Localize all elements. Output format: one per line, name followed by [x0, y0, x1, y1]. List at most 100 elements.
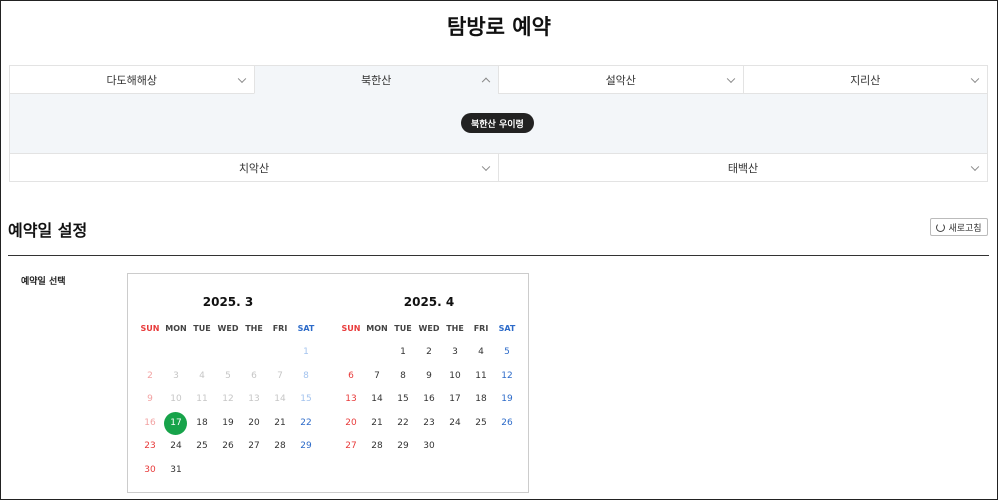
calendar-grid: SUN MON TUE WED THE FRI SAT 1 2 3 4 5 6 7 8 9 10 11 12 13 14…	[137, 323, 319, 482]
calendar-day[interactable]: 30	[137, 459, 163, 483]
section-title: 예약일 설정	[8, 221, 88, 240]
calendar-day[interactable]: 3	[442, 341, 468, 365]
calendar-day[interactable]: 25	[468, 412, 494, 436]
calendar-april: 2025. 4 SUN MON TUE WED THE FRI SAT 1 2 3 4 5 6 7 8 9 10…	[338, 274, 520, 459]
calendar-day[interactable]: 18	[189, 412, 215, 436]
tab-bukhansan[interactable]: 북한산	[253, 65, 499, 94]
trail-options-panel: 북한산 우이령	[9, 94, 988, 153]
calendar-day[interactable]: 18	[468, 388, 494, 412]
calendar-day[interactable]: 27	[338, 435, 364, 459]
date-field-label: 예약일 선택	[21, 277, 66, 287]
calendar-container: 2025. 3 SUN MON TUE WED THE FRI SAT 1 2 3 4 5 6 7 8 9 10…	[127, 273, 529, 493]
weekday-header: THE	[245, 324, 263, 333]
refresh-button[interactable]: 새로고침	[930, 218, 988, 236]
weekday-header: FRI	[473, 324, 489, 333]
calendar-day-selected[interactable]: 17	[163, 411, 189, 436]
calendar-day[interactable]: 13	[338, 388, 364, 412]
calendar-day[interactable]: 27	[241, 435, 267, 459]
calendar-day[interactable]: 20	[241, 412, 267, 436]
calendar-day: 6	[251, 370, 257, 381]
empty-cell	[189, 341, 215, 365]
calendar-grid: SUN MON TUE WED THE FRI SAT 1 2 3 4 5 6 7 8 9 10 11 12 13 14…	[338, 323, 520, 459]
tab-jirisan[interactable]: 지리산	[742, 65, 988, 94]
calendar-day[interactable]: 1	[390, 341, 416, 365]
calendar-day[interactable]: 25	[189, 435, 215, 459]
calendar-day[interactable]: 2	[416, 341, 442, 365]
tab-label: 치악산	[238, 161, 270, 175]
tab-seoraksan[interactable]: 설악산	[498, 65, 744, 94]
calendar-day: 4	[199, 370, 205, 381]
calendar-day[interactable]: 23	[137, 435, 163, 459]
calendar-day[interactable]: 11	[468, 365, 494, 389]
trail-option-button[interactable]: 북한산 우이령	[461, 113, 534, 133]
calendar-day[interactable]: 30	[416, 435, 442, 459]
calendar-day[interactable]: 6	[338, 365, 364, 389]
calendar-day[interactable]: 20	[338, 412, 364, 436]
calendar-day: 5	[225, 370, 231, 381]
calendar-title: 2025. 3	[202, 295, 254, 309]
calendar-day[interactable]: 7	[364, 365, 390, 389]
calendar-day[interactable]: 16	[416, 388, 442, 412]
weekday-header: SAT	[297, 324, 315, 333]
calendar-day: 3	[173, 370, 179, 381]
chevron-down-icon	[970, 74, 980, 83]
calendar-day: 14	[274, 394, 286, 404]
tab-label: 태백산	[727, 161, 759, 175]
calendar-day[interactable]: 12	[494, 365, 520, 389]
calendar-day[interactable]: 31	[163, 459, 189, 483]
weekday-header: SUN	[341, 324, 361, 333]
chevron-up-icon	[481, 77, 491, 86]
calendar-day[interactable]: 15	[390, 388, 416, 412]
calendar-day[interactable]: 19	[494, 388, 520, 412]
calendar-day[interactable]: 5	[494, 341, 520, 365]
weekday-header: FRI	[272, 324, 288, 333]
tab-label: 북한산	[361, 73, 392, 87]
calendar-title: 2025. 4	[403, 295, 455, 309]
tab-label: 지리산	[850, 73, 881, 87]
calendar-day[interactable]: 26	[494, 412, 520, 436]
calendar-day[interactable]: 14	[364, 388, 390, 412]
calendar-march: 2025. 3 SUN MON TUE WED THE FRI SAT 1 2 3 4 5 6 7 8 9 10…	[137, 274, 319, 482]
section-divider	[8, 255, 989, 256]
empty-cell	[163, 341, 189, 365]
calendar-day: 13	[248, 394, 260, 404]
chevron-down-icon	[481, 162, 491, 171]
calendar-day: 16	[144, 417, 156, 428]
calendar-day[interactable]: 19	[215, 412, 241, 436]
mountain-tabs-row2: 치악산 태백산	[9, 153, 988, 182]
weekday-header: SUN	[140, 324, 160, 333]
empty-cell	[241, 341, 267, 365]
calendar-day[interactable]: 23	[416, 412, 442, 436]
tab-dadohae[interactable]: 다도해해상	[9, 65, 255, 94]
calendar-day[interactable]: 21	[364, 412, 390, 436]
tab-taebaeksan[interactable]: 태백산	[498, 153, 988, 182]
calendar-day[interactable]: 4	[468, 341, 494, 365]
tab-label: 다도해해상	[106, 73, 158, 87]
empty-cell	[137, 341, 163, 365]
calendar-day[interactable]: 24	[442, 412, 468, 436]
empty-cell	[338, 341, 364, 365]
page-title: 탐방로 예약	[447, 15, 551, 39]
calendar-day[interactable]: 29	[390, 435, 416, 459]
calendar-day[interactable]: 26	[215, 435, 241, 459]
calendar-day: 2	[147, 370, 153, 381]
tab-label: 설악산	[605, 73, 636, 87]
calendar-day[interactable]: 17	[442, 388, 468, 412]
calendar-day[interactable]: 8	[390, 365, 416, 389]
calendar-day: 1	[303, 347, 309, 357]
calendar-day[interactable]: 24	[163, 435, 189, 459]
calendar-day[interactable]: 28	[364, 435, 390, 459]
calendar-day[interactable]: 29	[293, 435, 319, 459]
weekday-header: WED	[418, 324, 440, 333]
weekday-header: THE	[446, 324, 464, 333]
calendar-day[interactable]: 9	[416, 365, 442, 389]
calendar-day[interactable]: 22	[390, 412, 416, 436]
calendar-day[interactable]: 10	[442, 365, 468, 389]
tab-chiaksan[interactable]: 치악산	[9, 153, 499, 182]
calendar-day[interactable]: 22	[293, 412, 319, 436]
weekday-header: MON	[366, 324, 388, 333]
calendar-day: 12	[222, 394, 234, 404]
calendar-day[interactable]: 21	[267, 412, 293, 436]
chevron-down-icon	[726, 74, 735, 83]
calendar-day[interactable]: 28	[267, 435, 293, 459]
